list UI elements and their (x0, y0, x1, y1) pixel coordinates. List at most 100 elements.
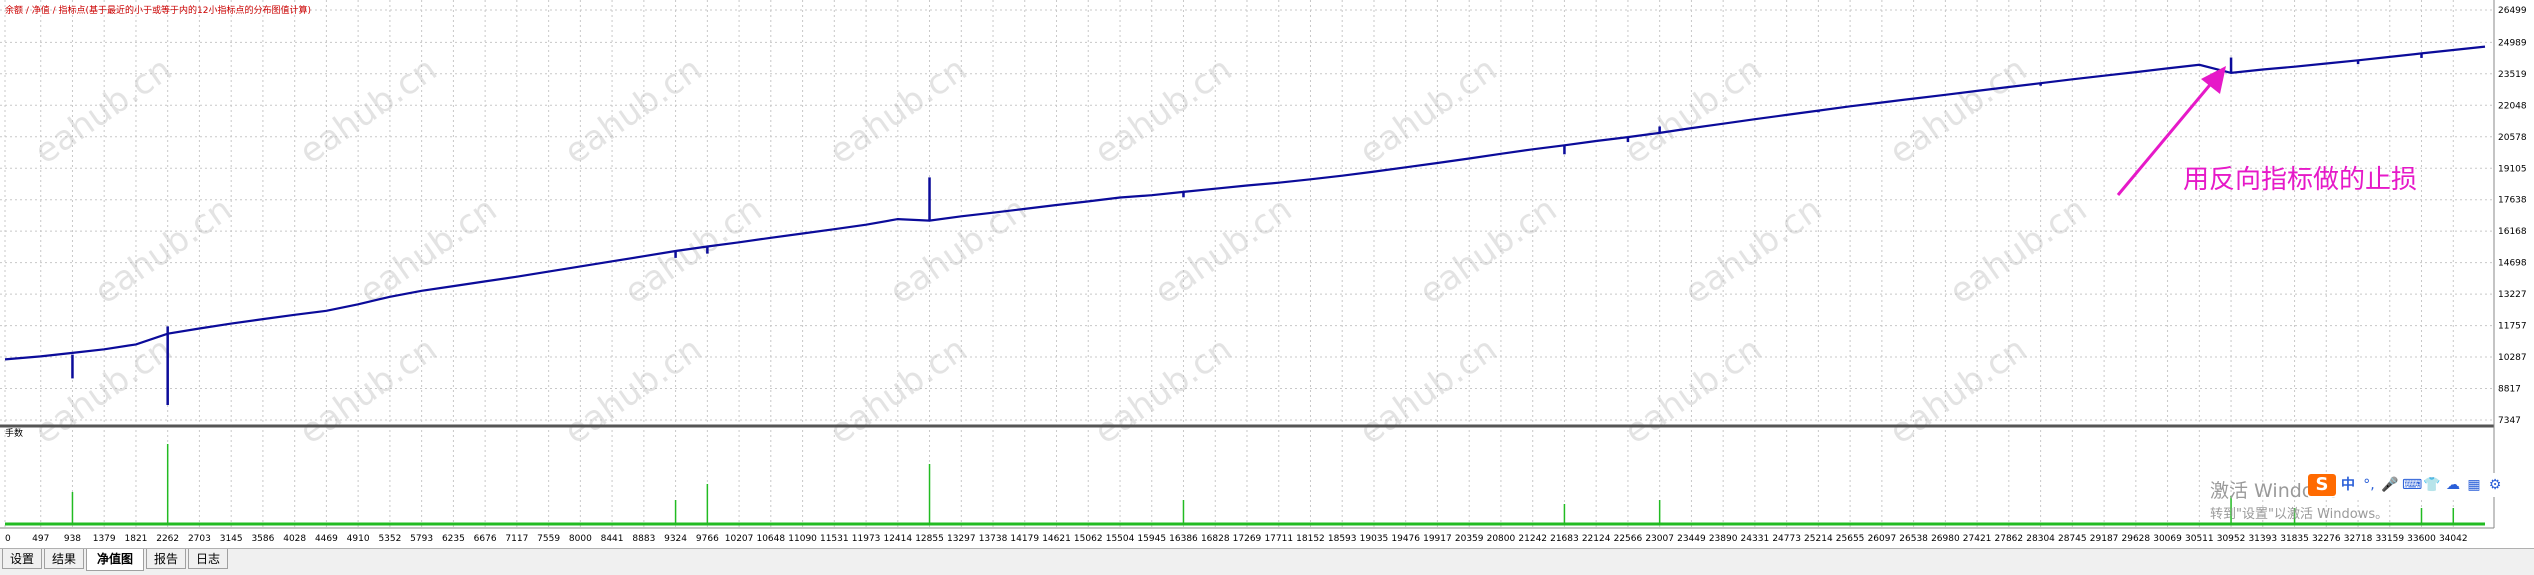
x-tick-label: 31835 (2280, 534, 2309, 544)
x-tick-label: 11531 (820, 534, 849, 544)
y-tick-label: 16168 (2498, 227, 2527, 237)
x-tick-label: 12855 (915, 534, 944, 544)
x-tick-label: 18593 (1328, 534, 1357, 544)
y-tick-label: 26499 (2498, 6, 2527, 16)
x-tick-label: 1379 (93, 534, 116, 544)
equity-chart[interactable]: eahub.cn eahub.cn eahub.cn eahub.cn eahub.cn… (0, 0, 2534, 574)
x-tick-label: 22566 (1614, 534, 1643, 544)
x-tick-label: 16386 (1169, 534, 1198, 544)
x-tick-label: 7559 (537, 534, 560, 544)
x-tick-label: 22124 (1582, 534, 1611, 544)
x-tick-label: 2262 (156, 534, 179, 544)
x-tick-label: 24773 (1772, 534, 1801, 544)
x-tick-label: 21242 (1518, 534, 1547, 544)
grid-icon[interactable]: ▦ (2465, 476, 2483, 494)
punctuation-icon[interactable]: °, (2360, 476, 2378, 494)
x-tick-label: 3145 (220, 534, 243, 544)
equity-chart-svg: eahub.cn eahub.cn eahub.cn eahub.cn eahub.cn… (0, 0, 2534, 548)
x-tick-label: 27421 (1963, 534, 1992, 544)
tab-results[interactable]: 结果 (44, 549, 84, 569)
ime-toolbar[interactable]: S 中 °, 🎤 ⌨ 👕 ☁ ▦ ⚙ (2308, 473, 2504, 497)
x-tick-label: 5352 (378, 534, 401, 544)
x-tick-label: 14179 (1010, 534, 1039, 544)
x-tick-label: 17711 (1264, 534, 1293, 544)
x-tick-label: 8000 (569, 534, 592, 544)
x-tick-label: 938 (64, 534, 81, 544)
x-tick-label: 8441 (601, 534, 624, 544)
y-tick-label: 23519 (2498, 70, 2527, 80)
x-tick-label: 3586 (251, 534, 274, 544)
y-tick-label: 17638 (2498, 196, 2527, 206)
x-tick-label: 14621 (1042, 534, 1071, 544)
x-tick-label: 1821 (125, 534, 148, 544)
x-tick-label: 25655 (1836, 534, 1865, 544)
x-tick-label: 8883 (632, 534, 655, 544)
x-tick-label: 15504 (1106, 534, 1135, 544)
y-tick-label: 10287 (2498, 353, 2527, 363)
x-tick-label: 34042 (2439, 534, 2468, 544)
x-tick-label: 26097 (1868, 534, 1897, 544)
x-tick-label: 19476 (1391, 534, 1420, 544)
x-tick-label: 23890 (1709, 534, 1738, 544)
tab-report[interactable]: 报告 (146, 549, 186, 569)
x-tick-label: 20359 (1455, 534, 1484, 544)
gear-icon[interactable]: ⚙ (2486, 476, 2504, 494)
x-tick-label: 4028 (283, 534, 306, 544)
x-tick-label: 11090 (788, 534, 817, 544)
x-tick-label: 30069 (2153, 534, 2182, 544)
y-tick-label: 14698 (2498, 259, 2527, 269)
x-tick-label: 32276 (2312, 534, 2341, 544)
x-tick-label: 19917 (1423, 534, 1452, 544)
tester-tab-bar: 设置 结果 净值图 报告 日志 (0, 548, 2534, 575)
activation-hint: 转到"设置"以激活 Windows。 (2210, 507, 2389, 522)
x-tick-label: 0 (5, 534, 11, 544)
x-tick-label: 10207 (725, 534, 754, 544)
x-tick-label: 2703 (188, 534, 211, 544)
x-tick-label: 23449 (1677, 534, 1706, 544)
x-tick-label: 30511 (2185, 534, 2214, 544)
x-tick-label: 19035 (1360, 534, 1389, 544)
x-tick-label: 23007 (1645, 534, 1674, 544)
y-tick-label: 11757 (2498, 322, 2527, 332)
x-tick-label: 28304 (2026, 534, 2055, 544)
y-tick-label: 7347 (2498, 416, 2521, 426)
annotation-text: 用反向指标做的止损 (2183, 165, 2417, 195)
x-tick-label: 16828 (1201, 534, 1230, 544)
tab-settings[interactable]: 设置 (2, 549, 42, 569)
tab-journal[interactable]: 日志 (188, 549, 228, 569)
sogou-logo-icon[interactable]: S (2308, 474, 2336, 496)
y-tick-label: 8817 (2498, 385, 2521, 395)
x-tick-label: 6676 (474, 534, 497, 544)
x-tick-label: 28745 (2058, 534, 2087, 544)
x-tick-label: 7117 (505, 534, 528, 544)
x-tick-label: 20800 (1487, 534, 1516, 544)
x-tick-label: 15945 (1137, 534, 1166, 544)
cloud-icon[interactable]: ☁ (2444, 476, 2462, 494)
x-tick-label: 27862 (1995, 534, 2024, 544)
skin-icon[interactable]: 👕 (2423, 476, 2441, 494)
x-tick-label: 30952 (2217, 534, 2246, 544)
keyboard-icon[interactable]: ⌨ (2402, 476, 2422, 494)
tab-equity-graph[interactable]: 净值图 (86, 549, 144, 571)
x-tick-label: 5793 (410, 534, 433, 544)
x-tick-label: 13297 (947, 534, 976, 544)
x-tick-label: 15062 (1074, 534, 1103, 544)
x-tick-label: 33600 (2407, 534, 2436, 544)
x-tick-label: 29187 (2090, 534, 2119, 544)
input-mode-toggle[interactable]: 中 (2339, 476, 2357, 494)
x-tick-label: 26538 (1899, 534, 1928, 544)
x-tick-label: 4469 (315, 534, 338, 544)
microphone-icon[interactable]: 🎤 (2381, 476, 2399, 494)
y-tick-label: 20578 (2498, 133, 2527, 143)
x-tick-label: 12414 (883, 534, 912, 544)
x-tick-label: 21683 (1550, 534, 1579, 544)
x-tick-label: 13738 (979, 534, 1008, 544)
lower-panel-label: 手数 (5, 427, 23, 439)
x-tick-label: 497 (32, 534, 49, 544)
x-tick-label: 11973 (852, 534, 881, 544)
x-tick-label: 10648 (756, 534, 785, 544)
x-tick-label: 32718 (2344, 534, 2373, 544)
legend-text: 余额 / 净值 / 指标点(基于最近的小于或等于内的12小指标点的分布图值计算) (5, 4, 311, 16)
x-tick-label: 29628 (2122, 534, 2151, 544)
y-tick-label: 13227 (2498, 290, 2527, 300)
